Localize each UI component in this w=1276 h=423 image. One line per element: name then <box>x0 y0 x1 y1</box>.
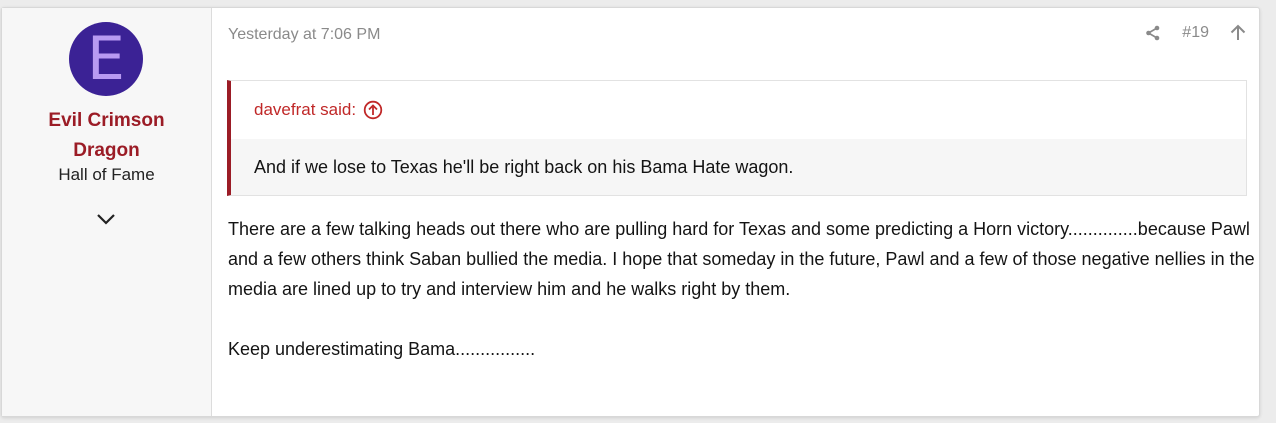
username-line-1[interactable]: Evil Crimson <box>2 106 211 136</box>
message-paragraph: There are a few talking heads out there … <box>228 219 1255 299</box>
quote-author-link[interactable]: davefrat said: <box>231 81 1246 139</box>
message-body: There are a few talking heads out there … <box>228 214 1258 364</box>
message-paragraph: Keep underestimating Bama...............… <box>228 339 536 359</box>
chevron-down-icon[interactable] <box>95 210 117 228</box>
circle-arrow-up-icon[interactable] <box>363 100 383 120</box>
avatar-letter: E <box>87 24 125 94</box>
user-title: Hall of Fame <box>58 165 155 184</box>
avatar[interactable]: E <box>69 22 143 96</box>
arrow-up-icon[interactable] <box>1229 24 1247 42</box>
quote-block: davefrat said: And if we lose to Texas h… <box>227 80 1247 196</box>
post-actions: #19 <box>1144 24 1247 42</box>
username-line-2[interactable]: Dragon <box>2 136 211 166</box>
user-cell: E Evil Crimson Dragon Hall of Fame <box>2 8 212 416</box>
quote-text: And if we lose to Texas he'll be right b… <box>231 139 1246 195</box>
post-main: Yesterday at 7:06 PM #19 davefrat said: … <box>212 8 1259 416</box>
post-date[interactable]: Yesterday at 7:06 PM <box>228 26 380 44</box>
share-icon[interactable] <box>1144 24 1162 42</box>
post-number[interactable]: #19 <box>1182 24 1209 42</box>
forum-post: E Evil Crimson Dragon Hall of Fame Yeste… <box>1 7 1260 417</box>
quote-author-label[interactable]: davefrat said: <box>254 100 356 120</box>
username[interactable]: Evil Crimson Dragon <box>2 106 211 166</box>
